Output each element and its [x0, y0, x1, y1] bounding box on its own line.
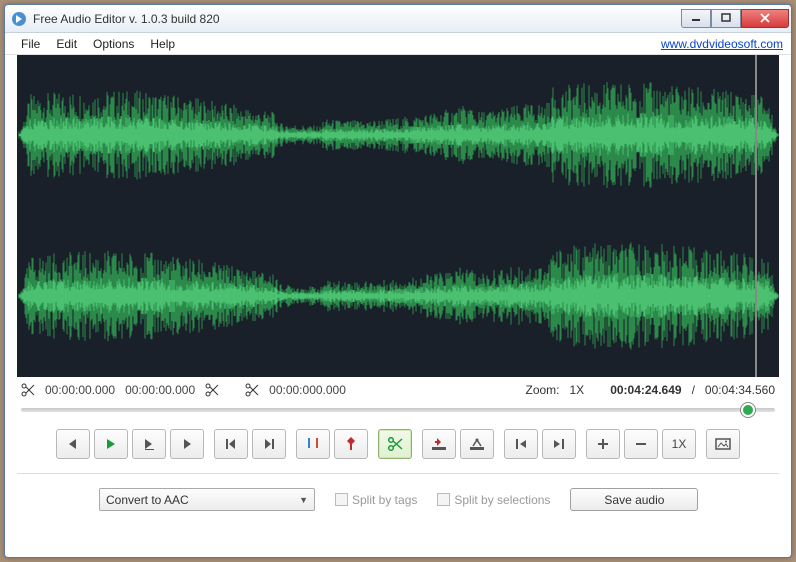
- split-tags-checkbox[interactable]: Split by tags: [335, 493, 417, 507]
- selection-end: 00:00:00.000: [125, 383, 195, 397]
- snapshot-button[interactable]: [706, 429, 740, 459]
- save-audio-button[interactable]: Save audio: [570, 488, 698, 511]
- menu-file[interactable]: File: [13, 35, 48, 53]
- window-controls: [681, 10, 789, 28]
- zoom-label: Zoom:: [525, 383, 559, 397]
- play-selection-button[interactable]: [132, 429, 166, 459]
- split-tags-label: Split by tags: [352, 493, 417, 507]
- title-bar[interactable]: Free Audio Editor v. 1.0.3 build 820: [5, 5, 791, 33]
- play-button[interactable]: [94, 429, 128, 459]
- format-combo[interactable]: Convert to AAC ▼: [99, 488, 315, 511]
- waveform-display[interactable]: [17, 55, 779, 377]
- close-button[interactable]: [741, 9, 789, 28]
- playback-position: 00:04:24.649: [610, 383, 681, 397]
- zoom-in-button[interactable]: [586, 429, 620, 459]
- checkbox-icon: [437, 493, 450, 506]
- slider-thumb[interactable]: [741, 403, 755, 417]
- dropdown-arrow-icon: ▼: [299, 495, 308, 505]
- menu-bar: File Edit Options Help www.dvdvideosoft.…: [5, 33, 791, 55]
- zoom-reset-button[interactable]: 1X: [662, 429, 696, 459]
- cut-time: 00:00:000.000: [269, 383, 346, 397]
- time-separator: /: [692, 383, 695, 397]
- menu-options[interactable]: Options: [85, 35, 142, 53]
- split-selections-checkbox[interactable]: Split by selections: [437, 493, 550, 507]
- maximize-button[interactable]: [711, 9, 741, 28]
- zoom-out-button[interactable]: [624, 429, 658, 459]
- select-start-button[interactable]: [504, 429, 538, 459]
- playhead-marker[interactable]: [755, 55, 757, 377]
- scissors-icon: [245, 383, 259, 397]
- scissors-icon: [21, 383, 35, 397]
- slider-track: [21, 408, 775, 412]
- trim-button[interactable]: [460, 429, 494, 459]
- format-label: Convert to AAC: [106, 493, 189, 507]
- next-frame-button[interactable]: [170, 429, 204, 459]
- info-row: 00:00:00.000 00:00:00.000 00:00:000.000 …: [17, 377, 779, 401]
- zoom-value: 1X: [570, 383, 585, 397]
- window-title: Free Audio Editor v. 1.0.3 build 820: [33, 12, 681, 26]
- select-end-button[interactable]: [542, 429, 576, 459]
- split-selections-label: Split by selections: [454, 493, 550, 507]
- position-slider[interactable]: [21, 401, 775, 419]
- menu-help[interactable]: Help: [142, 35, 183, 53]
- prev-frame-button[interactable]: [56, 429, 90, 459]
- menu-edit[interactable]: Edit: [48, 35, 85, 53]
- cut-button[interactable]: [378, 429, 412, 459]
- skip-end-button[interactable]: [252, 429, 286, 459]
- content-area: 00:00:00.000 00:00:00.000 00:00:000.000 …: [5, 55, 791, 557]
- skip-start-button[interactable]: [214, 429, 248, 459]
- trim-left-button[interactable]: [422, 429, 456, 459]
- bottom-bar: Convert to AAC ▼ Split by tags Split by …: [17, 474, 779, 511]
- total-duration: 00:04:34.560: [705, 383, 775, 397]
- app-icon: [11, 11, 27, 27]
- scissors-icon: [205, 383, 219, 397]
- toolbar: 1X: [17, 427, 779, 474]
- selection-start: 00:00:00.000: [45, 383, 115, 397]
- checkbox-icon: [335, 493, 348, 506]
- app-window: Free Audio Editor v. 1.0.3 build 820 Fil…: [4, 4, 792, 558]
- minimize-button[interactable]: [681, 9, 711, 28]
- set-markers-button[interactable]: [296, 429, 330, 459]
- website-link[interactable]: www.dvdvideosoft.com: [661, 37, 783, 51]
- set-marker-button[interactable]: [334, 429, 368, 459]
